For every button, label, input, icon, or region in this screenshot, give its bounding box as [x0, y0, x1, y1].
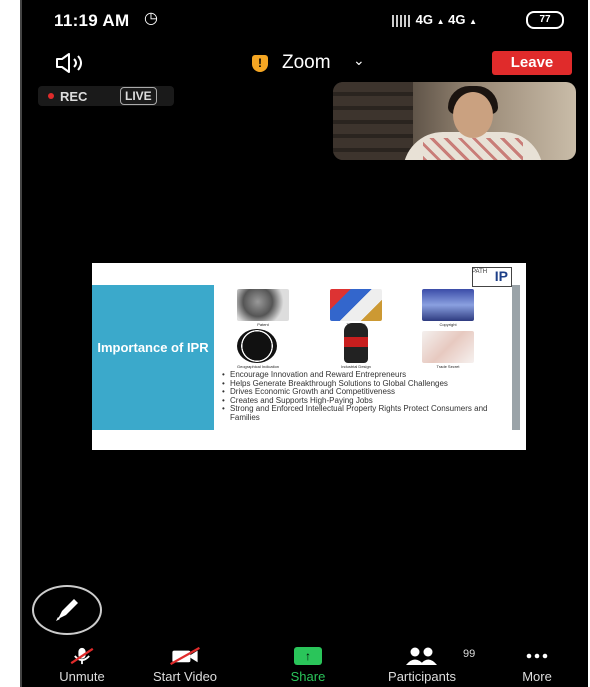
share-label: Share — [290, 669, 326, 684]
mic-off-icon — [70, 647, 94, 665]
caption-patent: Patent — [257, 322, 269, 327]
meeting-title[interactable]: Zoom — [282, 52, 331, 74]
participants-count-badge: 99 — [463, 648, 476, 660]
unmute-label: Unmute — [59, 669, 105, 684]
network-label-secondary: 4G — [448, 12, 466, 27]
more-dots-icon — [526, 653, 548, 659]
clothing-pattern — [423, 138, 523, 160]
alarm-icon: ◷ — [144, 10, 158, 27]
meeting-top-bar: ! Zoom ⌄ Leave — [22, 45, 588, 81]
participants-icon — [406, 647, 437, 665]
trade-secret-image — [422, 331, 474, 363]
unmute-button[interactable]: Unmute — [22, 645, 142, 687]
background-shelf — [333, 82, 413, 160]
rec-dot-icon — [48, 93, 54, 99]
network-status: 4G ▲ 4G ▲ — [392, 12, 477, 27]
participants-label: Participants — [388, 669, 456, 684]
chevron-down-icon[interactable]: ⌄ — [353, 52, 365, 69]
more-button[interactable]: More — [477, 645, 590, 687]
shared-screen-slide: Importance of IPR IP PATH Patent Tradema… — [92, 263, 526, 450]
share-arrow-icon: ↑ — [294, 647, 322, 665]
status-time: 11:19 AM — [54, 11, 130, 30]
zoom-meeting-screen: 11:19 AM ◷ 4G ▲ 4G ▲ 77 ! Zoom ⌄ Leave R… — [20, 0, 588, 687]
meeting-toolbar: Unmute Start Video ↑ Share Participants — [22, 645, 588, 687]
industrial-design-image — [344, 323, 368, 363]
status-bar: 11:19 AM ◷ 4G ▲ 4G ▲ 77 — [22, 0, 588, 40]
pen-icon[interactable] — [32, 585, 102, 635]
lte-icon: ▲ — [436, 17, 445, 26]
slide-logo-subtext: PATH — [472, 269, 488, 275]
screenshot-frame: 11:19 AM ◷ 4G ▲ 4G ▲ 77 ! Zoom ⌄ Leave R… — [0, 0, 590, 687]
participant-face — [453, 92, 493, 138]
speaker-icon[interactable] — [54, 53, 88, 73]
caption-geographical-indication: Geographical Indication — [236, 364, 280, 369]
recording-badge: REC LIVE — [38, 86, 174, 106]
copyright-image — [422, 289, 474, 321]
live-label: LIVE — [120, 87, 157, 105]
shield-icon[interactable]: ! — [252, 55, 268, 72]
leave-button[interactable]: Leave — [492, 51, 572, 75]
lte-icon-2: ▲ — [469, 17, 478, 26]
geographical-indication-image — [237, 329, 277, 363]
caption-industrial-design: Industrial Design — [341, 364, 371, 369]
caption-copyright: Copyright — [439, 322, 457, 327]
rec-label: REC — [60, 89, 88, 104]
more-label: More — [522, 669, 552, 684]
battery-icon: 77 — [526, 11, 564, 29]
slide-bullet: Strong and Enforced Intellectual Propert… — [222, 404, 514, 422]
signal-icon — [392, 14, 412, 27]
share-button[interactable]: ↑ Share — [248, 645, 368, 687]
start-video-label: Start Video — [152, 669, 218, 684]
network-label: 4G — [415, 12, 433, 27]
trademark-image — [330, 289, 382, 321]
video-off-icon — [170, 647, 200, 665]
caption-trade-secret: Trade Secret — [436, 364, 460, 369]
slide-bullet-list: Encourage Innovation and Reward Entrepre… — [222, 370, 514, 422]
start-video-button[interactable]: Start Video — [125, 645, 245, 687]
participant-video-thumbnail[interactable] — [333, 82, 576, 160]
slide-heading: Importance of IPR — [97, 340, 209, 355]
patent-image — [237, 289, 289, 321]
slide-title-panel: Importance of IPR — [92, 285, 214, 430]
